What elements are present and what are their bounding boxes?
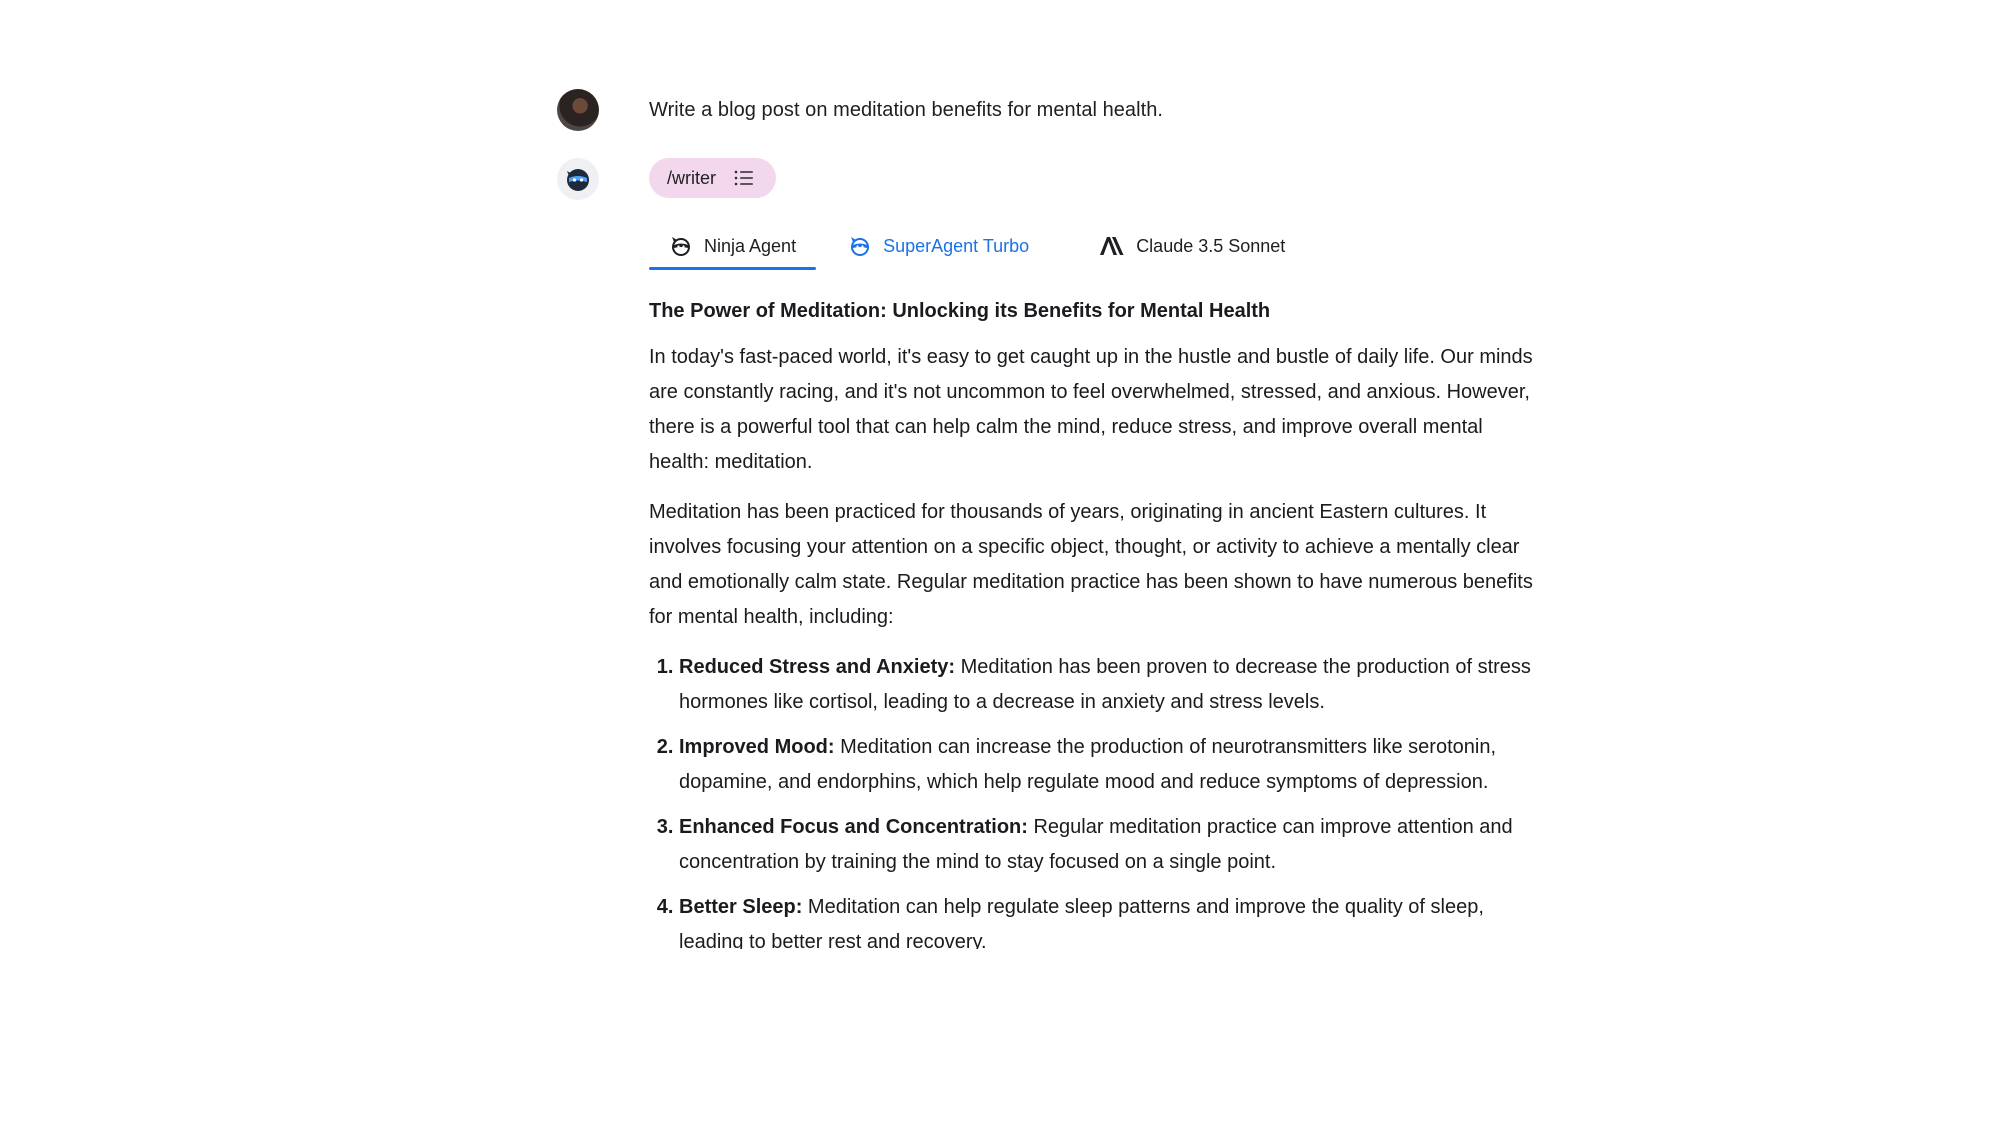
tab-ninja-agent-label: Ninja Agent [704, 235, 797, 256]
article-paragraph: In today's fast-paced world, it's easy t… [649, 346, 1533, 473]
user-message-text: Write a blog post on meditation benefits… [649, 98, 1163, 121]
chat-thread: Write a blog post on meditation benefits… [557, 88, 1537, 949]
assistant-message: /writer Ninja Agent SuperAgent Turbo Cla… [557, 158, 1537, 949]
benefit-heading: Reduced Stress and Anxiety: [679, 656, 956, 678]
writer-skill-chip[interactable]: /writer [649, 158, 776, 198]
benefits-list: Reduced Stress and Anxiety: Meditation h… [649, 650, 1537, 949]
article-paragraph: Meditation has been practiced for thousa… [649, 501, 1533, 628]
list-icon [734, 170, 754, 186]
tab-claude-sonnet[interactable]: Claude 3.5 Sonnet [1079, 222, 1305, 270]
tab-claude-sonnet-label: Claude 3.5 Sonnet [1136, 235, 1286, 256]
tab-ninja-agent[interactable]: Ninja Agent [649, 222, 817, 270]
ninja-agent-icon [669, 234, 693, 258]
tab-superagent-turbo[interactable]: SuperAgent Turbo [828, 222, 1049, 270]
benefit-heading: Better Sleep: [679, 896, 803, 918]
superagent-icon [848, 234, 872, 258]
list-item: Enhanced Focus and Concentration: Regula… [679, 810, 1537, 880]
list-item: Reduced Stress and Anxiety: Meditation h… [679, 650, 1537, 720]
model-tabs: Ninja Agent SuperAgent Turbo Claude 3.5 … [649, 222, 1537, 270]
tab-superagent-turbo-label: SuperAgent Turbo [883, 235, 1030, 256]
article-title: The Power of Meditation: Unlocking its B… [649, 300, 1271, 322]
benefit-heading: Enhanced Focus and Concentration: [679, 816, 1028, 838]
user-message: Write a blog post on meditation benefits… [557, 88, 1537, 132]
benefit-heading: Improved Mood: [679, 736, 835, 758]
ninja-avatar-icon [557, 158, 599, 200]
anthropic-icon [1099, 236, 1125, 256]
list-item: Improved Mood: Meditation can increase t… [679, 730, 1537, 800]
user-avatar [557, 89, 599, 131]
assistant-body: /writer Ninja Agent SuperAgent Turbo Cla… [649, 158, 1537, 949]
article: The Power of Meditation: Unlocking its B… [649, 296, 1537, 949]
writer-chip-label: /writer [667, 167, 716, 188]
list-item: Better Sleep: Meditation can help regula… [679, 890, 1537, 949]
